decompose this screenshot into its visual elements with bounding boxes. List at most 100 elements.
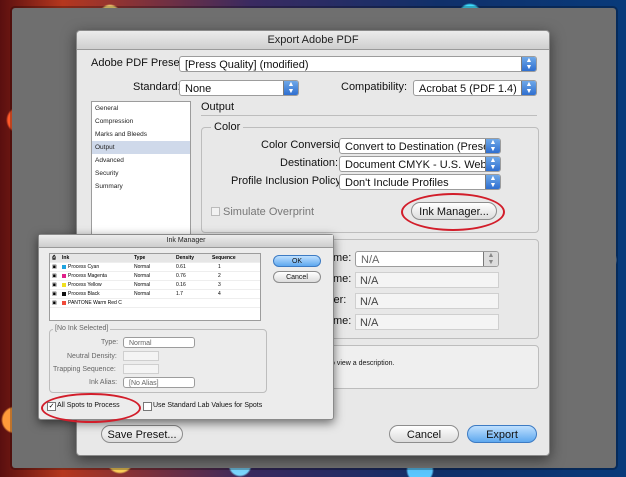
ink-sequence: 2 <box>218 273 221 279</box>
ink-swatch <box>62 291 66 296</box>
ink-row[interactable]: ▣ Process Cyan Normal 0.61 1 <box>50 263 260 272</box>
compatibility-value: Acrobat 5 (PDF 1.4) <box>419 83 517 95</box>
ink-header: Ink <box>62 255 70 261</box>
standard-select[interactable]: None ▲ ▼ <box>179 80 299 96</box>
preset-value: [Press Quality] (modified) <box>185 59 309 71</box>
chevron-updown-icon: ▲ ▼ <box>283 81 298 95</box>
ink-visibility-icon: ⎙ <box>52 255 57 261</box>
ink-row[interactable]: ▣ Process Magenta Normal 0.76 2 <box>50 272 260 281</box>
printer-icon: ▣ <box>52 273 57 279</box>
printer-icon: ▣ <box>52 291 57 297</box>
ink-type: Normal <box>134 282 151 288</box>
ink-cancel-button[interactable]: Cancel <box>273 271 321 283</box>
ink-density: 0.16 <box>176 282 186 288</box>
ink-name: Process Magenta <box>62 272 107 280</box>
neutral-density-field <box>123 351 159 361</box>
save-preset-button[interactable]: Save Preset... <box>101 425 183 443</box>
lab-values-label: Use Standard Lab Values for Spots <box>153 402 263 409</box>
simulate-overprint-label: Simulate Overprint <box>223 206 315 218</box>
pdfx-field-2: N/A <box>355 272 499 288</box>
printer-icon: ▣ <box>52 300 57 306</box>
annotation-circle-ink-manager <box>401 193 505 231</box>
ink-name-text: Process Cyan <box>68 264 100 270</box>
neutral-density-label: Neutral Density: <box>67 353 117 360</box>
ink-type: Normal <box>134 273 151 279</box>
ink-density: 1.7 <box>176 291 183 297</box>
destination-value: Document CMYK - U.S. Web... <box>345 159 496 171</box>
ink-row[interactable]: ▣ PANTONE Warm Red C <box>50 299 260 308</box>
color-conversion-label: Color Conversion: <box>261 139 350 151</box>
ink-sequence: 4 <box>218 291 221 297</box>
destination-select[interactable]: Document CMYK - U.S. Web... ▲ ▼ <box>339 156 501 172</box>
pdfx-field-3: N/A <box>355 293 499 309</box>
chevron-updown-icon: ▲ ▼ <box>521 81 536 95</box>
printer-icon: ▣ <box>52 282 57 288</box>
ink-type-select: Normal <box>123 337 195 348</box>
sidebar-item-summary[interactable]: Summary <box>92 180 190 193</box>
ink-swatch <box>62 273 66 278</box>
pdfx-label-2: me: <box>333 273 352 285</box>
ink-name: Process Yellow <box>62 281 102 289</box>
profile-policy-label: Profile Inclusion Policy: <box>231 175 345 187</box>
preset-label: Adobe PDF Preset: <box>91 57 186 69</box>
simulate-overprint-checkbox[interactable] <box>211 207 220 216</box>
ink-swatch <box>62 282 66 287</box>
sidebar-item-security[interactable]: Security <box>92 167 190 180</box>
ink-name: Process Black <box>62 290 100 298</box>
ink-swatch <box>62 300 66 305</box>
ink-name-text: Process Black <box>68 291 100 297</box>
ink-alias-value: [No Alias] <box>129 380 159 387</box>
ink-name: Process Cyan <box>62 263 99 271</box>
profile-policy-select[interactable]: Don't Include Profiles ▲ ▼ <box>339 174 501 190</box>
pdfx-select-1: N/A ▲ ▼ <box>355 251 499 267</box>
ink-sequence: 1 <box>218 264 221 270</box>
ink-row[interactable]: ▣ Process Black Normal 1.7 4 <box>50 290 260 299</box>
ink-ok-button[interactable]: OK <box>273 255 321 267</box>
ink-type-label: Type: <box>101 339 119 346</box>
chevron-updown-icon: ▲ ▼ <box>485 175 500 189</box>
density-header: Density <box>176 255 195 261</box>
standard-value: None <box>185 83 212 95</box>
ink-type-value: Normal <box>129 340 152 347</box>
ink-table-header: ⎙ Ink Type Density Sequence <box>50 254 260 263</box>
lab-values-checkbox[interactable] <box>143 402 152 411</box>
sidebar-item-advanced[interactable]: Advanced <box>92 154 190 167</box>
pdfx-value-1: N/A <box>361 254 380 266</box>
color-conversion-value: Convert to Destination (Prese... <box>345 141 499 153</box>
sidebar-item-compression[interactable]: Compression <box>92 115 190 128</box>
standard-label: Standard: <box>133 81 181 93</box>
preset-select[interactable]: [Press Quality] (modified) ▲ ▼ <box>179 56 537 72</box>
sidebar-item-general[interactable]: General <box>92 102 190 115</box>
pdfx-label-4: me: <box>333 315 352 327</box>
chevron-updown-icon: ▲ ▼ <box>485 157 500 171</box>
ink-selection-label: [No Ink Selected] <box>53 325 111 332</box>
ink-name-text: PANTONE Warm Red C <box>68 300 122 306</box>
color-group-label: Color <box>211 121 244 133</box>
ink-sequence: 3 <box>218 282 221 288</box>
compatibility-select[interactable]: Acrobat 5 (PDF 1.4) ▲ ▼ <box>413 80 537 96</box>
sidebar-item-output[interactable]: Output <box>92 141 190 154</box>
ink-name-text: Process Magenta <box>68 273 107 279</box>
annotation-circle-all-spots <box>41 393 141 423</box>
description-text: o view a description. <box>331 360 395 367</box>
color-conversion-select[interactable]: Convert to Destination (Prese... ▲ ▼ <box>339 138 501 154</box>
ink-density: 0.76 <box>176 273 186 279</box>
destination-label: Destination: <box>280 157 339 169</box>
ink-type: Normal <box>134 264 151 270</box>
export-button[interactable]: Export <box>467 425 537 443</box>
dialog-title: Export Adobe PDF <box>77 31 549 50</box>
chevron-updown-icon: ▲ ▼ <box>483 252 498 266</box>
type-header: Type <box>134 255 146 261</box>
ink-manager-title: Ink Manager <box>39 235 333 248</box>
sidebar-item-marks-bleeds[interactable]: Marks and Bleeds <box>92 128 190 141</box>
ink-alias-label: Ink Alias: <box>89 379 118 386</box>
chevron-updown-icon: ▲ ▼ <box>521 57 536 71</box>
cancel-button[interactable]: Cancel <box>389 425 459 443</box>
pdfx-label-1: me: <box>333 252 352 264</box>
printer-icon: ▣ <box>52 264 57 270</box>
ink-row[interactable]: ▣ Process Yellow Normal 0.16 3 <box>50 281 260 290</box>
pdfx-field-4: N/A <box>355 314 499 330</box>
ink-swatch <box>62 264 66 269</box>
chevron-updown-icon: ▲ ▼ <box>485 139 500 153</box>
ink-manager-dialog: Ink Manager ⎙ Ink Type Density Sequence … <box>38 234 334 423</box>
